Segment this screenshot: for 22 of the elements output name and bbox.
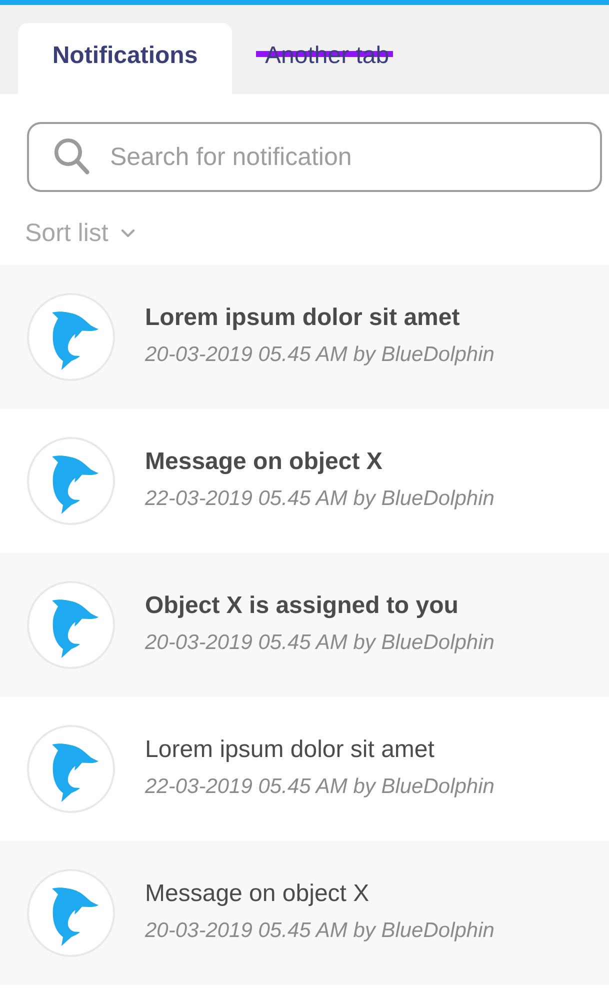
dolphin-icon	[27, 437, 115, 525]
notification-row[interactable]: Object X is assigned to you 20-03-2019 05.45 AM by BlueDolphin	[0, 553, 609, 697]
dolphin-icon	[27, 293, 115, 381]
chevron-down-icon	[121, 228, 136, 238]
notification-row[interactable]: Lorem ipsum dolor sit amet 20-03-2019 05.45 AM by BlueDolphin	[0, 265, 609, 409]
notification-meta: 20-03-2019 05.45 AM by BlueDolphin	[145, 342, 494, 368]
notification-title: Object X is assigned to you	[145, 590, 460, 620]
notification-row[interactable]: Message on object X 20-03-2019 05.45 AM by BlueDolphin	[0, 841, 609, 985]
notification-meta: 22-03-2019 05.45 AM by BlueDolphin	[145, 486, 494, 512]
notification-title: Message on object X	[145, 878, 370, 908]
tab[interactable]: Notifications	[18, 23, 232, 94]
search-icon	[53, 137, 91, 177]
notification-meta: 20-03-2019 05.45 AM by BlueDolphin	[145, 630, 494, 656]
notification-meta: 22-03-2019 05.45 AM by BlueDolphin	[145, 774, 494, 800]
notification-title: Message on object X	[145, 446, 384, 476]
search-field[interactable]: Search for notification	[27, 122, 602, 192]
notification-title: Lorem ipsum dolor sit amet	[145, 302, 461, 332]
notification-title: Lorem ipsum dolor sit amet	[145, 734, 436, 764]
dolphin-icon	[27, 725, 115, 813]
dolphin-icon	[27, 869, 115, 957]
notification-meta: 20-03-2019 05.45 AM by BlueDolphin	[145, 918, 494, 944]
dolphin-icon	[27, 581, 115, 669]
